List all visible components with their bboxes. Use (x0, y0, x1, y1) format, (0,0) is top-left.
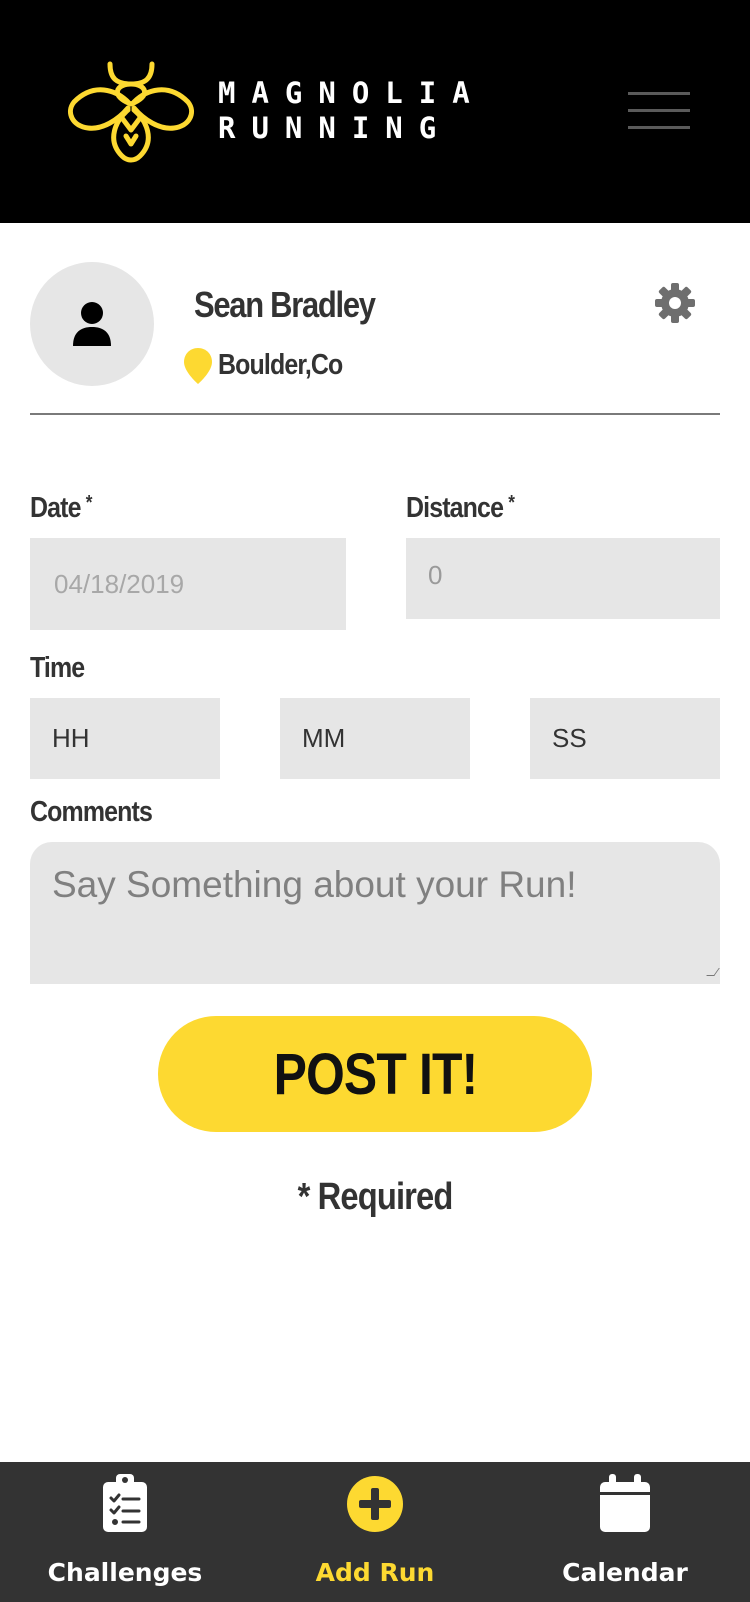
bee-logo-icon[interactable] (66, 60, 196, 164)
date-label-text: Date (30, 492, 81, 524)
tab-calendar[interactable]: Calendar (500, 1462, 750, 1602)
tab-challenges[interactable]: Challenges (0, 1462, 250, 1602)
required-note-text: * Required (297, 1176, 454, 1218)
tab-label-challenges: Challenges (47, 1558, 203, 1587)
post-it-button[interactable]: POST IT! (158, 1016, 592, 1132)
date-label: Date * (30, 492, 92, 525)
required-note: * Required (0, 1176, 750, 1219)
distance-label: Distance * (406, 492, 515, 525)
user-icon (73, 302, 111, 346)
tab-label-calendar: Calendar (562, 1558, 688, 1587)
clipboard-checklist-icon (103, 1474, 147, 1532)
location-text: Boulder,Co (218, 349, 343, 381)
hamburger-bar (628, 109, 690, 112)
distance-input[interactable] (406, 538, 720, 619)
user-name: Sean Bradley (194, 284, 376, 325)
hamburger-menu-button[interactable] (628, 92, 690, 132)
seconds-input[interactable] (530, 698, 720, 779)
profile-divider (30, 413, 720, 415)
minutes-input[interactable] (280, 698, 470, 779)
post-it-label: POST IT! (273, 1041, 478, 1107)
avatar[interactable] (30, 262, 154, 386)
map-pin-icon (184, 348, 212, 384)
tab-label-add-run: Add Run (315, 1558, 435, 1587)
comments-textarea[interactable] (30, 842, 720, 984)
brand-line-2: RUNNING (218, 111, 453, 145)
required-asterisk: * (508, 492, 515, 514)
brand-line-1: MAGNOLIA (218, 76, 486, 110)
gear-icon[interactable] (654, 282, 696, 324)
required-asterisk: * (85, 492, 93, 514)
bottom-tab-bar: Challenges Add Run Calendar (0, 1462, 750, 1602)
top-navbar: MAGNOLIA RUNNING (0, 0, 750, 223)
hamburger-menu-icon (628, 92, 690, 95)
hamburger-bar (628, 126, 690, 129)
date-input[interactable] (30, 538, 346, 630)
distance-label-text: Distance (406, 492, 504, 524)
plus-circle-icon (347, 1476, 403, 1532)
hours-input[interactable] (30, 698, 220, 779)
brand-wordmark[interactable]: MAGNOLIA RUNNING (218, 76, 486, 146)
time-label: Time (30, 652, 85, 684)
calendar-icon (600, 1474, 650, 1532)
comments-label: Comments (30, 796, 153, 828)
tab-add-run[interactable]: Add Run (250, 1462, 500, 1602)
